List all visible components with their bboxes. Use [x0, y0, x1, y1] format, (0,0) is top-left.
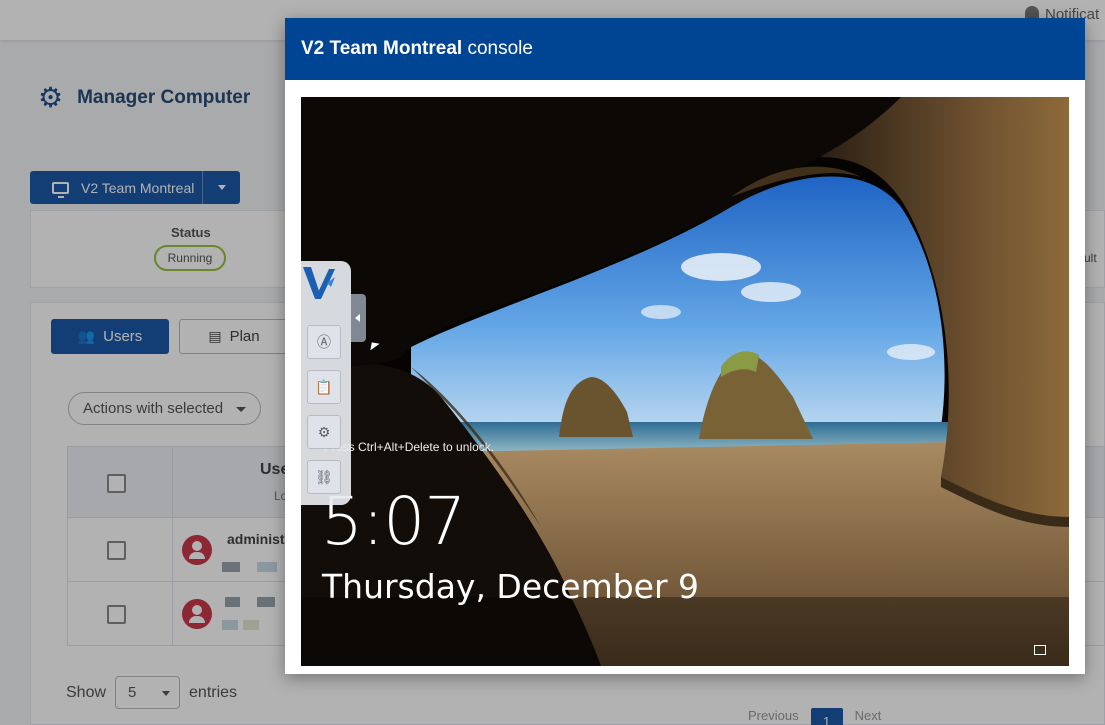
keyboard-button[interactable]: Ⓐ — [307, 325, 341, 359]
modal-title-vm-name: V2 Team Montreal — [301, 38, 463, 59]
clipboard-button[interactable]: 📋 — [307, 370, 341, 404]
lock-screen-date: Thursday, December 9 — [322, 567, 700, 606]
settings-button[interactable]: ⚙ — [307, 415, 341, 449]
console-modal: V2 Team Montreal console Press Ctrl+Alt+… — [285, 18, 1085, 674]
modal-title: V2 Team Montreal console — [285, 18, 1085, 80]
settings-icon: ⚙ — [317, 423, 331, 440]
keyboard-icon: Ⓐ — [317, 334, 331, 350]
disconnect-icon: ⛓ — [315, 468, 333, 485]
modal-title-suffix: console — [462, 38, 533, 59]
console-toolbar: Ⓐ 📋 ⚙ ⛓ — [301, 261, 351, 505]
mouse-cursor-icon — [370, 342, 380, 352]
remote-console-screen[interactable]: Press Ctrl+Alt+Delete to unlock. 5:07 Th… — [301, 97, 1069, 666]
clipboard-icon: 📋 — [315, 378, 333, 395]
toolbar-collapse-handle[interactable] — [351, 294, 366, 342]
disconnect-button[interactable]: ⛓ — [307, 460, 341, 494]
vmware-logo-icon — [303, 267, 335, 299]
network-icon[interactable] — [1034, 645, 1046, 655]
